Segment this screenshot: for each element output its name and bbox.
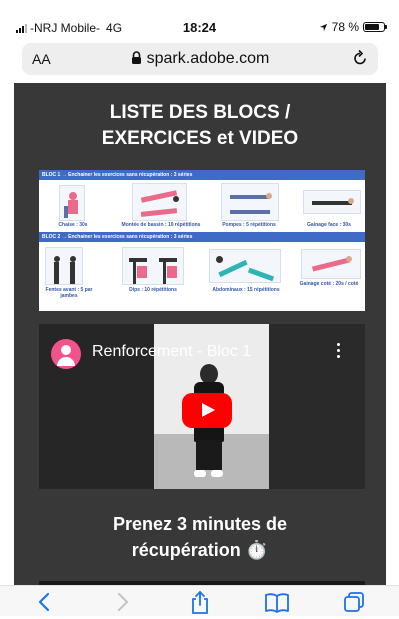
bookmarks-button[interactable]: [262, 590, 292, 614]
url-text: spark.adobe.com: [146, 50, 270, 67]
bloc-1-header: BLOC 1 → Enchainer les exercices sans ré…: [39, 170, 365, 180]
address-bar[interactable]: AA spark.adobe.com: [22, 43, 378, 75]
recovery-heading-line-2: récupération ⏱️: [131, 540, 269, 560]
exercise-image-chaise: [59, 185, 85, 221]
url-field[interactable]: spark.adobe.com: [22, 50, 378, 68]
exercise-label: Montée de bassin : 10 répétitions: [121, 222, 201, 228]
forward-button[interactable]: [107, 590, 137, 614]
bookmarks-icon: [265, 593, 289, 613]
back-icon: [38, 592, 50, 612]
exercise-label: Abdominaux : 15 répétitions: [212, 287, 280, 293]
play-icon: [202, 403, 215, 417]
exercise-label: Pompes : 5 répétitions: [222, 222, 276, 228]
back-button[interactable]: [30, 590, 60, 614]
status-bar: -NRJ Mobile- 4G 18:24 78 %: [0, 0, 399, 40]
video-person: [196, 440, 222, 470]
tabs-icon: [344, 592, 364, 612]
page-content: LISTE DES BLOCS / EXERCICES et VIDEO BLO…: [14, 83, 386, 585]
play-button[interactable]: [182, 393, 232, 428]
page-title: LISTE DES BLOCS / EXERCICES et VIDEO: [14, 100, 386, 152]
video-person: [211, 470, 223, 477]
battery-percent: 78 %: [331, 20, 359, 34]
recovery-heading: Prenez 3 minutes de récupération ⏱️: [14, 511, 386, 563]
channel-avatar-icon[interactable]: [51, 339, 81, 369]
exercise-label: Gainage coté : 20s / coté: [299, 281, 359, 287]
youtube-video-player[interactable]: Renforcement - Bloc 1: [39, 324, 365, 489]
reload-icon: [354, 49, 366, 65]
exercise-label: Fentes avant : 5 par jambes: [45, 287, 93, 299]
exercise-label: Gainage face : 30s: [307, 222, 351, 228]
tabs-button[interactable]: [339, 590, 369, 614]
exercise-label: Dips : 10 répétitions: [129, 287, 177, 293]
more-options-icon[interactable]: [335, 343, 341, 361]
video-person: [200, 364, 218, 384]
exercise-label: Chaise : 30s: [58, 222, 88, 228]
recovery-heading-line-1: Prenez 3 minutes de: [112, 514, 288, 534]
browser-toolbar: [0, 585, 399, 616]
exercise-image-abdominaux: [209, 249, 281, 283]
share-icon: [192, 591, 208, 614]
share-button[interactable]: [185, 590, 215, 614]
battery-info: 78 %: [319, 20, 387, 34]
lock-icon: [131, 51, 141, 64]
exercise-image-gainage-cote: [301, 249, 361, 279]
reload-button[interactable]: [352, 49, 368, 72]
exercise-image-fentes: [45, 247, 83, 285]
bloc-2-header: BLOC 2 → Enchainer les exercices sans ré…: [39, 232, 365, 242]
video-background: [269, 324, 365, 489]
page-title-line-2: EXERCICES et VIDEO: [101, 128, 299, 149]
exercise-infographic: BLOC 1 → Enchainer les exercices sans ré…: [39, 170, 365, 311]
forward-icon: [117, 592, 129, 612]
exercise-image-dips: [122, 247, 184, 285]
exercise-image-pompes: [221, 183, 279, 221]
page-title-line-1: LISTE DES BLOCS /: [109, 102, 291, 123]
exercise-image-gainage-face: [303, 190, 361, 214]
battery-icon: [363, 22, 387, 32]
location-arrow-icon: [319, 23, 327, 31]
video-title[interactable]: Renforcement - Bloc 1: [92, 343, 251, 361]
exercise-image-montee-bassin: [132, 183, 187, 221]
video-person: [194, 470, 206, 477]
